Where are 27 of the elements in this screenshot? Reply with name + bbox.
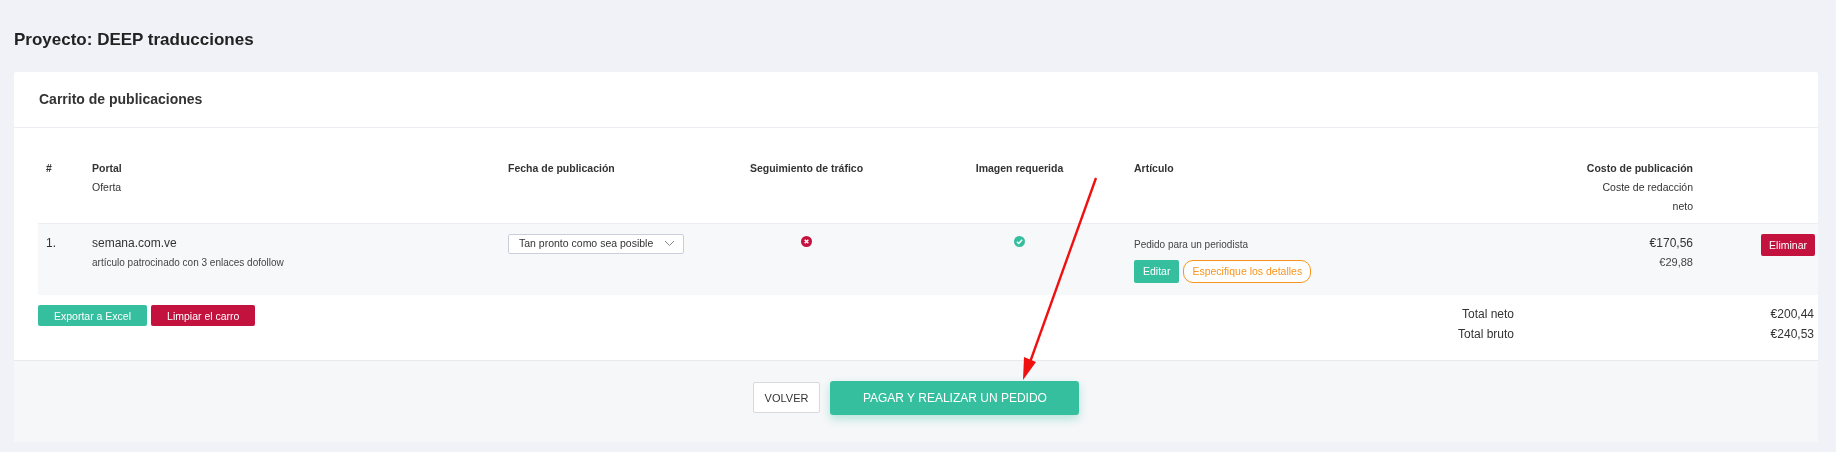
column-header: neto — [1671, 198, 1693, 214]
column-header: Coste de redacción — [1601, 180, 1693, 196]
column-header: Imagen requerida — [975, 161, 1064, 177]
price-text: €29,88 — [1658, 254, 1693, 270]
column-header: Seguimiento de tráfico — [749, 161, 864, 177]
portal-name: semana.com.ve — [92, 234, 178, 252]
chevron-down-icon — [664, 240, 675, 248]
column-header: Artículo — [1134, 161, 1174, 177]
offer-text: artículo patrocinado con 3 enlaces dofollow — [92, 255, 285, 270]
total-label: Total bruto — [1457, 326, 1514, 344]
price-text: €170,56 — [1648, 234, 1693, 252]
date-select[interactable]: Tan pronto como sea posible — [508, 233, 684, 254]
clear-button[interactable]: Limpiar el carro — [151, 305, 256, 327]
row-number: 1. — [46, 235, 56, 250]
column-header: # — [46, 161, 52, 177]
total-value: €240,53 — [1769, 326, 1814, 344]
column-header: Fecha de publicación — [508, 161, 615, 177]
card-title: Carrito de publicaciones — [14, 72, 1818, 129]
delete-button[interactable]: Eliminar — [1761, 233, 1815, 257]
total-label: Total neto — [1460, 306, 1514, 324]
column-header: Portal — [92, 161, 122, 177]
total-value: €200,44 — [1769, 306, 1814, 324]
back-button[interactable]: VOLVER — [752, 382, 821, 414]
column-header: Oferta — [92, 180, 123, 196]
page-title: Proyecto: DEEP traducciones — [14, 29, 255, 51]
article-text: Pedido para un periodista — [1134, 237, 1249, 252]
column-header: Costo de publicación — [1586, 161, 1693, 177]
